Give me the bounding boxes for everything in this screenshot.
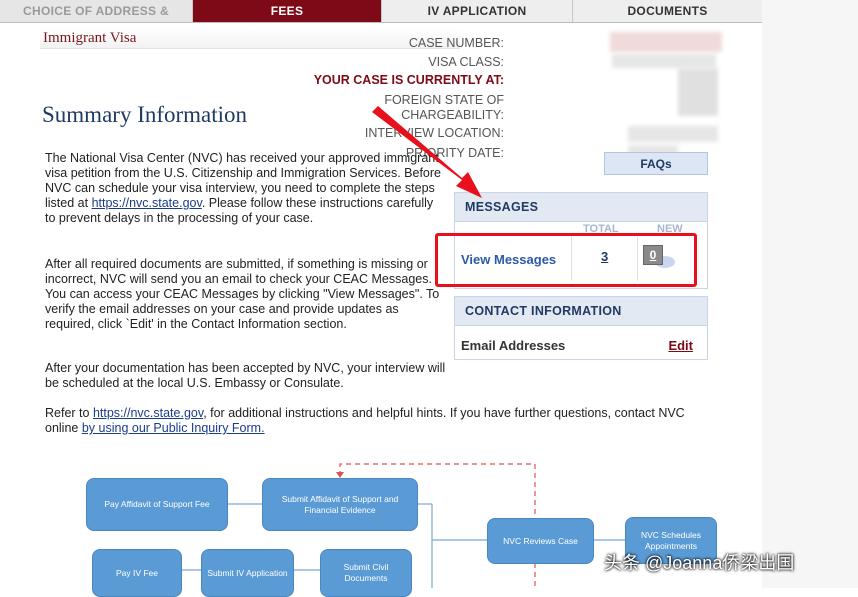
page: CHOICE OF ADDRESS & AGENT FEES IV APPLIC… [0,0,762,597]
flow-node-submit-affidavit: Submit Affidavit of Support and Financia… [262,478,418,531]
flow-node-submit-civil-documents: Submit Civil Documents [320,549,412,597]
flow-node-pay-iv-fee: Pay IV Fee [92,549,182,597]
watermark: 头条 @Joanna侨梁出国 [604,553,795,573]
flow-node-pay-affidavit-fee: Pay Affidavit of Support Fee [86,478,228,531]
right-gutter [762,0,858,588]
flow-node-submit-iv-application: Submit IV Application [201,549,294,597]
flow-node-nvc-reviews: NVC Reviews Case [487,518,594,564]
